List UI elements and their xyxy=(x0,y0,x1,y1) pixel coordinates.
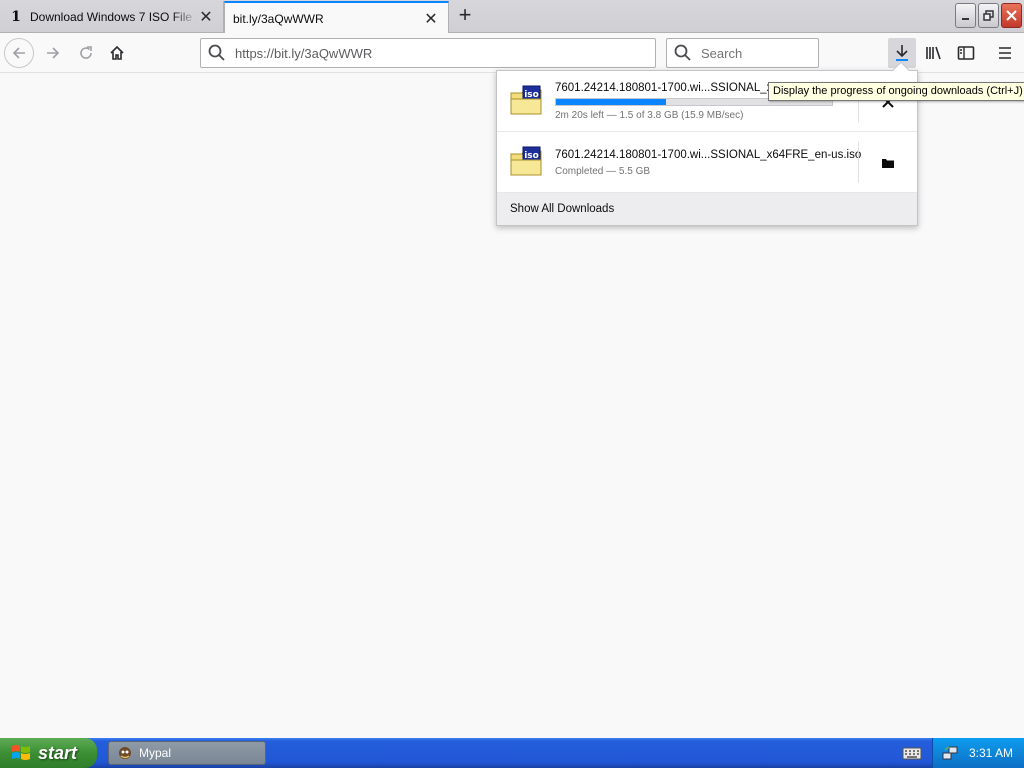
home-icon xyxy=(110,45,124,60)
taskbar-item-label: Mypal xyxy=(139,746,172,760)
download-status: 2m 20s left — 1.5 of 3.8 GB (15.9 MB/sec… xyxy=(555,110,744,121)
back-arrow-icon xyxy=(12,47,25,59)
url-bar[interactable] xyxy=(200,38,656,68)
show-all-downloads-button[interactable]: Show All Downloads xyxy=(497,193,917,225)
show-all-downloads-label: Show All Downloads xyxy=(510,203,615,215)
minimize-button[interactable] xyxy=(955,3,976,28)
close-icon xyxy=(1006,10,1017,21)
system-tray: 3:31 AM xyxy=(932,738,1024,768)
progress-fill xyxy=(556,99,667,105)
restore-button[interactable] xyxy=(978,3,999,28)
divider xyxy=(858,142,859,183)
tab-download-windows[interactable]: 1 Download Windows 7 ISO File (Ulti ✕ xyxy=(0,1,224,33)
taskbar: start Mypal 3:31 AM xyxy=(0,738,1024,768)
library-icon xyxy=(926,46,941,60)
download-filename: 7601.24214.180801-1700.wi...SSIONAL_x86 xyxy=(555,82,786,94)
close-tab-icon[interactable]: ✕ xyxy=(197,8,215,26)
search-icon xyxy=(208,44,225,61)
downloads-tooltip: Display the progress of ongoing download… xyxy=(768,82,1024,101)
taskbar-item-mypal[interactable]: Mypal xyxy=(108,741,266,765)
search-icon xyxy=(674,44,691,61)
iso-file-icon: iso xyxy=(510,146,542,176)
download-item[interactable]: iso 7601.24214.180801-1700.wi...SSIONAL_… xyxy=(497,71,917,132)
site-favicon-icon: 1 xyxy=(11,9,21,25)
tab-title: bit.ly/3aQwWWR xyxy=(233,11,324,26)
tab-title: Download Windows 7 ISO File (Ulti xyxy=(30,10,197,24)
reload-button[interactable] xyxy=(71,38,101,68)
folder-icon xyxy=(882,159,894,168)
windows-logo-icon xyxy=(12,745,30,760)
download-item[interactable]: iso 7601.24214.180801-1700.wi...SSIONAL_… xyxy=(497,132,917,193)
mypal-app-icon xyxy=(119,747,131,759)
forward-button[interactable] xyxy=(38,38,68,68)
search-input[interactable] xyxy=(699,44,809,62)
keyboard-icon[interactable] xyxy=(902,744,922,762)
sidebar-icon xyxy=(957,46,975,60)
download-status: Completed — 5.5 GB xyxy=(555,166,651,177)
show-in-folder-button[interactable] xyxy=(872,150,904,176)
forward-arrow-icon xyxy=(47,47,60,59)
sidebar-button[interactable] xyxy=(952,38,980,68)
network-icon[interactable] xyxy=(941,744,959,762)
close-tab-icon[interactable]: ✕ xyxy=(422,10,440,28)
tab-bitly[interactable]: bit.ly/3aQwWWR ✕ xyxy=(224,1,449,34)
close-window-button[interactable] xyxy=(1001,3,1022,28)
back-button[interactable] xyxy=(4,38,34,68)
home-button[interactable] xyxy=(102,38,132,68)
url-input[interactable] xyxy=(233,44,655,62)
download-arrow-icon xyxy=(896,45,908,61)
navigation-toolbar xyxy=(0,33,1024,73)
tab-strip: 1 Download Windows 7 ISO File (Ulti ✕ bi… xyxy=(0,0,1024,34)
clock[interactable]: 3:31 AM xyxy=(969,746,1013,760)
restore-icon xyxy=(983,10,994,21)
download-filename: 7601.24214.180801-1700.wi...SSIONAL_x64F… xyxy=(555,149,862,161)
reload-icon xyxy=(80,46,92,59)
start-button[interactable]: start xyxy=(0,738,97,768)
minimize-icon xyxy=(961,17,969,20)
search-bar[interactable] xyxy=(666,38,819,68)
new-tab-button[interactable]: + xyxy=(452,4,478,28)
start-label: start xyxy=(38,742,78,763)
library-button[interactable] xyxy=(920,38,948,68)
menu-button[interactable] xyxy=(991,38,1019,68)
iso-file-icon: iso xyxy=(510,85,542,115)
hamburger-icon xyxy=(999,47,1011,59)
